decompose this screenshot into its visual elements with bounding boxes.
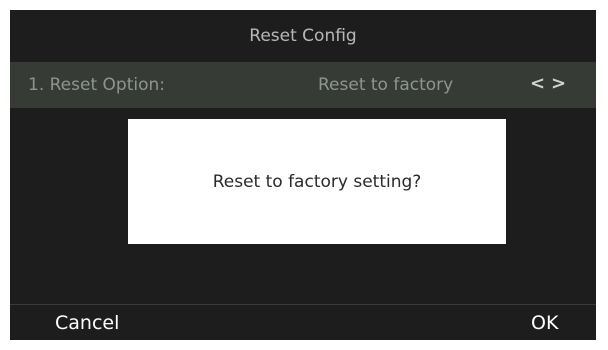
reset-option-row[interactable]: 1. Reset Option: Reset to factory < > bbox=[10, 62, 596, 108]
confirm-dialog: Reset to factory setting? bbox=[128, 119, 506, 244]
title-bar: Reset Config bbox=[10, 10, 596, 62]
reset-option-value[interactable]: Reset to factory bbox=[318, 62, 453, 108]
cancel-softkey[interactable]: Cancel bbox=[55, 305, 119, 340]
page-title: Reset Config bbox=[249, 26, 357, 46]
chevron-right-icon[interactable]: > bbox=[551, 62, 566, 108]
chevron-left-icon[interactable]: < bbox=[530, 62, 545, 108]
phone-screen: Reset Config 1. Reset Option: Reset to f… bbox=[10, 10, 596, 340]
confirm-message: Reset to factory setting? bbox=[212, 171, 422, 192]
ok-softkey[interactable]: OK bbox=[531, 305, 558, 340]
reset-option-label: 1. Reset Option: bbox=[28, 75, 165, 95]
